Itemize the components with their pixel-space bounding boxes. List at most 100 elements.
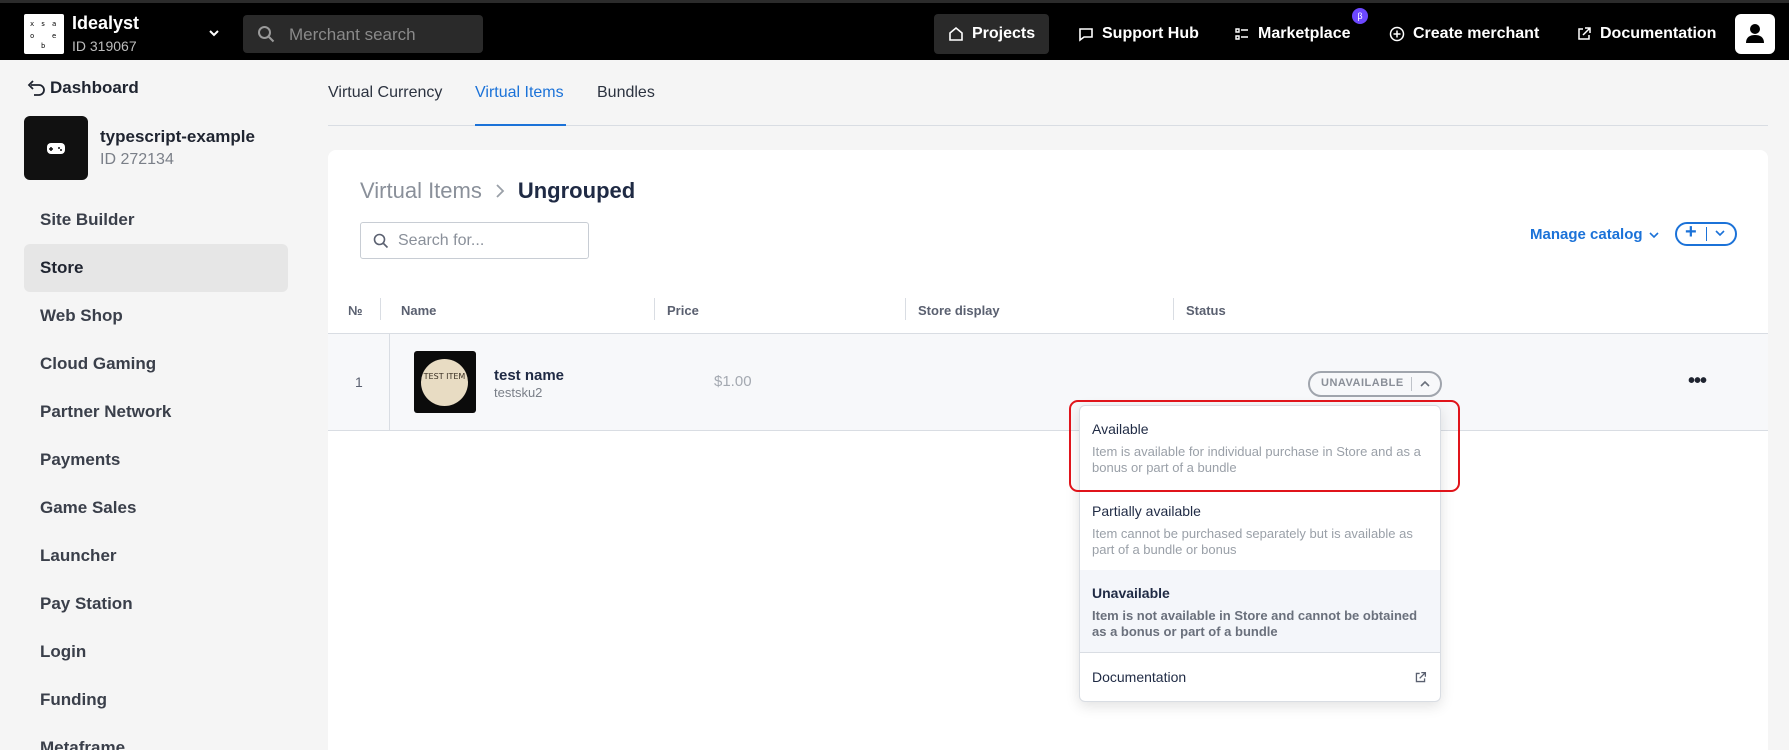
sidebar-item-metaframe[interactable]: Metaframe bbox=[24, 724, 288, 750]
more-options-button[interactable]: ••• bbox=[1688, 370, 1707, 393]
plus-icon: + bbox=[1685, 221, 1697, 243]
status-option-partially-available[interactable]: Partially available Item cannot be purch… bbox=[1080, 488, 1440, 570]
logo-glyph: s bbox=[41, 20, 46, 28]
chevron-right-icon bbox=[496, 184, 505, 198]
nav-support-hub[interactable]: Support Hub bbox=[1064, 14, 1213, 54]
items-card: Virtual Items Ungrouped Search for... Ma… bbox=[328, 150, 1768, 750]
column-number: № bbox=[348, 303, 363, 318]
item-search-placeholder: Search for... bbox=[398, 232, 485, 249]
chat-icon bbox=[1079, 28, 1093, 42]
catalog-tabs: Virtual Currency Virtual Items Bundles bbox=[328, 60, 1768, 126]
row-number: 1 bbox=[355, 374, 363, 390]
item-sku: testsku2 bbox=[494, 385, 543, 400]
column-divider[interactable] bbox=[380, 298, 381, 320]
breadcrumb: Virtual Items Ungrouped bbox=[360, 178, 635, 204]
status-documentation-link[interactable]: Documentation bbox=[1080, 653, 1440, 701]
user-icon bbox=[1746, 24, 1764, 43]
plus-circle-icon bbox=[1389, 26, 1405, 42]
merchant-search-input[interactable]: Merchant search bbox=[243, 15, 483, 53]
nav-marketplace-label: Marketplace bbox=[1258, 25, 1351, 42]
dashboard-link[interactable]: Dashboard bbox=[26, 78, 139, 98]
highlight-annotation bbox=[1069, 400, 1460, 492]
manage-catalog-button[interactable]: Manage catalog bbox=[1530, 226, 1659, 243]
tab-virtual-items[interactable]: Virtual Items bbox=[475, 84, 564, 102]
option-description: Item is not available in Store and canno… bbox=[1092, 608, 1418, 639]
beta-badge: β bbox=[1352, 8, 1368, 24]
merchant-search-placeholder: Merchant search bbox=[289, 25, 416, 44]
nav-create-merchant[interactable]: Create merchant bbox=[1375, 14, 1553, 54]
chevron-down-icon[interactable] bbox=[206, 25, 222, 41]
table-row[interactable]: 1 TEST ITEM test name testsku2 $1.00 UNA… bbox=[328, 334, 1768, 431]
nav-documentation-label: Documentation bbox=[1600, 25, 1717, 42]
column-price: Price bbox=[667, 303, 699, 318]
nav-projects[interactable]: Projects bbox=[934, 14, 1050, 54]
dashboard-label: Dashboard bbox=[50, 78, 139, 97]
merchant-id: ID 319067 bbox=[72, 38, 137, 54]
item-search-input[interactable]: Search for... bbox=[360, 222, 589, 259]
logo-glyph: a bbox=[52, 20, 57, 28]
option-title: Partially available bbox=[1092, 503, 1201, 519]
documentation-label: Documentation bbox=[1092, 669, 1187, 685]
status-dropdown-toggle[interactable]: UNAVAILABLE bbox=[1308, 371, 1442, 397]
item-thumbnail: TEST ITEM bbox=[414, 351, 476, 413]
sidebar-item-partner-network[interactable]: Partner Network bbox=[24, 388, 288, 436]
column-divider[interactable] bbox=[654, 298, 655, 320]
sidebar-item-funding[interactable]: Funding bbox=[24, 676, 288, 724]
nav-documentation[interactable]: Documentation bbox=[1562, 14, 1730, 54]
status-divider bbox=[1411, 377, 1412, 391]
list-icon bbox=[1235, 28, 1248, 40]
nav-projects-label: Projects bbox=[972, 25, 1036, 42]
external-link-icon bbox=[1578, 27, 1591, 40]
sidebar: Dashboard typescript-example ID 272134 S… bbox=[0, 60, 300, 750]
status-label: UNAVAILABLE bbox=[1321, 377, 1404, 389]
table-header: № Name Price Store display Status bbox=[328, 290, 1768, 334]
column-name: Name bbox=[401, 303, 437, 318]
column-store-display: Store display bbox=[918, 303, 1000, 318]
column-divider[interactable] bbox=[1173, 298, 1174, 320]
column-status: Status bbox=[1186, 303, 1226, 318]
sidebar-item-pay-station[interactable]: Pay Station bbox=[24, 580, 288, 628]
row-divider bbox=[389, 334, 390, 431]
sidebar-item-store[interactable]: Store bbox=[24, 244, 288, 292]
button-divider bbox=[1706, 227, 1707, 241]
external-link-icon bbox=[1415, 671, 1427, 683]
search-icon bbox=[373, 233, 389, 249]
sidebar-item-payments[interactable]: Payments bbox=[24, 436, 288, 484]
option-title: Unavailable bbox=[1092, 585, 1170, 601]
sidebar-item-game-sales[interactable]: Game Sales bbox=[24, 484, 288, 532]
chevron-down-icon bbox=[1648, 231, 1659, 238]
top-bar: x s a o e b Idealyst ID 319067 Merchant … bbox=[0, 0, 1789, 60]
nav-create-merchant-label: Create merchant bbox=[1413, 25, 1540, 42]
tab-bundles[interactable]: Bundles bbox=[597, 84, 655, 102]
column-divider[interactable] bbox=[905, 298, 906, 320]
brand-logo[interactable]: x s a o e b bbox=[24, 14, 64, 54]
status-option-unavailable[interactable]: Unavailable Item is not available in Sto… bbox=[1080, 570, 1440, 652]
active-tab-indicator bbox=[475, 124, 566, 126]
add-item-button[interactable]: + bbox=[1675, 221, 1737, 246]
logo-glyph: e bbox=[52, 32, 57, 40]
home-icon bbox=[949, 26, 963, 41]
logo-glyph: x bbox=[30, 20, 35, 28]
sidebar-item-login[interactable]: Login bbox=[24, 628, 288, 676]
sidebar-item-site-builder[interactable]: Site Builder bbox=[24, 196, 288, 244]
nav-marketplace[interactable]: Marketplace bbox=[1220, 14, 1365, 54]
gamepad-icon bbox=[47, 143, 65, 154]
merchant-name[interactable]: Idealyst bbox=[72, 13, 139, 34]
breadcrumb-parent[interactable]: Virtual Items bbox=[360, 178, 482, 204]
nav-support-hub-label: Support Hub bbox=[1102, 25, 1199, 42]
chevron-down-icon[interactable] bbox=[1715, 229, 1725, 237]
item-name[interactable]: test name bbox=[494, 367, 564, 384]
project-name: typescript-example bbox=[100, 127, 255, 146]
item-price: $1.00 bbox=[714, 373, 752, 390]
tab-virtual-currency[interactable]: Virtual Currency bbox=[328, 84, 442, 102]
sidebar-item-web-shop[interactable]: Web Shop bbox=[24, 292, 288, 340]
item-image: TEST ITEM bbox=[421, 359, 468, 406]
sidebar-item-launcher[interactable]: Launcher bbox=[24, 532, 288, 580]
user-menu-button[interactable] bbox=[1735, 14, 1775, 54]
back-arrow-icon bbox=[27, 80, 45, 96]
manage-catalog-label: Manage catalog bbox=[1530, 226, 1643, 243]
breadcrumb-current: Ungrouped bbox=[517, 178, 636, 203]
sidebar-item-cloud-gaming[interactable]: Cloud Gaming bbox=[24, 340, 288, 388]
option-description: Item cannot be purchased separately but … bbox=[1092, 526, 1413, 557]
project-id: ID 272134 bbox=[100, 151, 174, 168]
